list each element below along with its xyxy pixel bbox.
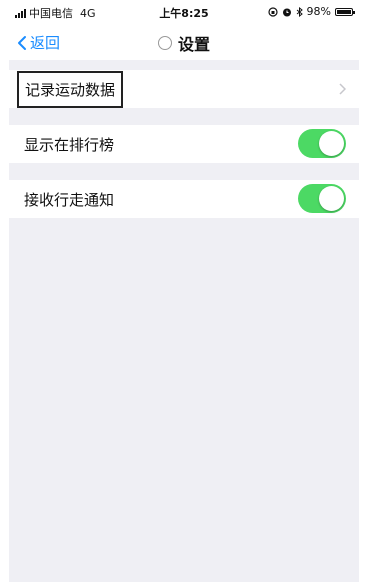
battery-percent: 98% [306,5,331,18]
bluetooth-icon [296,6,303,17]
alarm-icon [282,8,291,16]
battery-icon [335,7,355,16]
leaderboard-toggle[interactable] [298,129,346,158]
page-title-text: 设置 [177,35,210,54]
settings-row-record-data[interactable]: 记录运动数据 [9,70,359,108]
chevron-right-icon [339,83,346,95]
settings-row-label: 显示在排行榜 [24,135,115,154]
settings-row-label: 记录运动数据 [17,70,124,108]
toggle-knob [319,131,344,156]
settings-row-label: 接收行走通知 [24,190,115,209]
toggle-knob [319,186,344,211]
status-bar: 中国电信 4G 上午8:25 98% [9,0,359,24]
orientation-lock-icon [267,6,278,17]
status-right: 98% [267,5,355,18]
walk-notification-toggle[interactable] [298,184,346,213]
battery-fill [337,9,351,14]
nav-bar: 返回 设置 [9,24,359,60]
phone-screen: 中国电信 4G 上午8:25 98% 返回 设置 记录运动数据 显示在排行榜 接… [9,0,359,582]
loading-spinner-icon [157,36,172,50]
settings-row-leaderboard: 显示在排行榜 [9,125,359,163]
settings-row-walk-notification: 接收行走通知 [9,180,359,218]
page-title: 设置 [9,31,359,55]
